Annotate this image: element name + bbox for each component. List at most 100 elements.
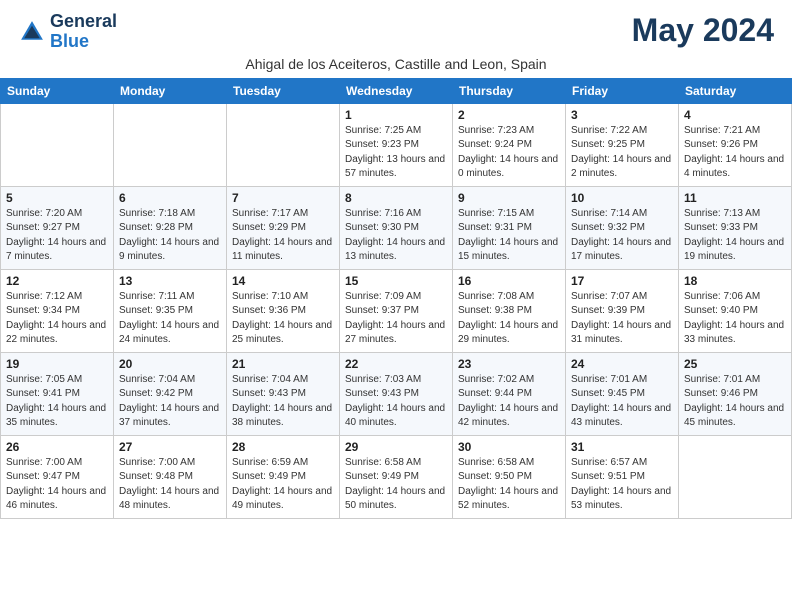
day-number: 2 <box>458 108 560 122</box>
calendar-cell: 7 Sunrise: 7:17 AMSunset: 9:29 PMDaylight… <box>227 186 340 269</box>
day-info: Sunrise: 7:25 AMSunset: 9:23 PMDaylight:… <box>345 124 447 182</box>
day-number: 21 <box>232 357 334 371</box>
logo: General Blue <box>18 12 117 52</box>
day-info: Sunrise: 6:57 AMSunset: 9:51 PMDaylight:… <box>571 456 673 514</box>
day-info: Sunrise: 7:20 AMSunset: 9:27 PMDaylight:… <box>6 207 108 265</box>
day-info: Sunrise: 7:07 AMSunset: 9:39 PMDaylight:… <box>571 290 673 348</box>
day-number: 4 <box>684 108 786 122</box>
day-info: Sunrise: 7:02 AMSunset: 9:44 PMDaylight:… <box>458 373 560 431</box>
day-info: Sunrise: 7:18 AMSunset: 9:28 PMDaylight:… <box>119 207 221 265</box>
calendar-cell: 31 Sunrise: 6:57 AMSunset: 9:51 PMDayligh… <box>566 435 679 518</box>
calendar-cell: 30 Sunrise: 6:58 AMSunset: 9:50 PMDayligh… <box>453 435 566 518</box>
calendar-cell: 13 Sunrise: 7:11 AMSunset: 9:35 PMDayligh… <box>114 269 227 352</box>
day-info: Sunrise: 7:23 AMSunset: 9:24 PMDaylight:… <box>458 124 560 182</box>
day-info: Sunrise: 6:58 AMSunset: 9:49 PMDaylight:… <box>345 456 447 514</box>
calendar-cell <box>114 103 227 186</box>
calendar-cell: 3 Sunrise: 7:22 AMSunset: 9:25 PMDaylight… <box>566 103 679 186</box>
calendar-cell: 20 Sunrise: 7:04 AMSunset: 9:42 PMDayligh… <box>114 352 227 435</box>
calendar-cell <box>1 103 114 186</box>
day-number: 7 <box>232 191 334 205</box>
calendar-cell <box>679 435 792 518</box>
day-number: 28 <box>232 440 334 454</box>
day-number: 31 <box>571 440 673 454</box>
day-info: Sunrise: 7:03 AMSunset: 9:43 PMDaylight:… <box>345 373 447 431</box>
calendar-cell: 4 Sunrise: 7:21 AMSunset: 9:26 PMDaylight… <box>679 103 792 186</box>
day-number: 16 <box>458 274 560 288</box>
day-info: Sunrise: 7:12 AMSunset: 9:34 PMDaylight:… <box>6 290 108 348</box>
day-of-week-header: Tuesday <box>227 78 340 103</box>
day-info: Sunrise: 7:04 AMSunset: 9:42 PMDaylight:… <box>119 373 221 431</box>
calendar-cell: 26 Sunrise: 7:00 AMSunset: 9:47 PMDayligh… <box>1 435 114 518</box>
calendar-table: SundayMondayTuesdayWednesdayThursdayFrid… <box>0 78 792 519</box>
month-title: May 2024 <box>632 12 774 49</box>
calendar-cell: 1Sunrise: 7:25 AMSunset: 9:23 PMDaylight… <box>340 103 453 186</box>
day-of-week-header: Saturday <box>679 78 792 103</box>
day-number: 18 <box>684 274 786 288</box>
day-of-week-header: Sunday <box>1 78 114 103</box>
day-info: Sunrise: 7:00 AMSunset: 9:48 PMDaylight:… <box>119 456 221 514</box>
calendar-cell: 8 Sunrise: 7:16 AMSunset: 9:30 PMDaylight… <box>340 186 453 269</box>
calendar-cell: 11 Sunrise: 7:13 AMSunset: 9:33 PMDayligh… <box>679 186 792 269</box>
calendar-cell: 28 Sunrise: 6:59 AMSunset: 9:49 PMDayligh… <box>227 435 340 518</box>
day-number: 11 <box>684 191 786 205</box>
day-number: 24 <box>571 357 673 371</box>
day-info: Sunrise: 7:14 AMSunset: 9:32 PMDaylight:… <box>571 207 673 265</box>
day-number: 10 <box>571 191 673 205</box>
day-of-week-header: Thursday <box>453 78 566 103</box>
day-info: Sunrise: 7:04 AMSunset: 9:43 PMDaylight:… <box>232 373 334 431</box>
calendar-cell: 16Sunrise: 7:08 AMSunset: 9:38 PMDayligh… <box>453 269 566 352</box>
calendar-cell: 24 Sunrise: 7:01 AMSunset: 9:45 PMDayligh… <box>566 352 679 435</box>
day-info: Sunrise: 6:59 AMSunset: 9:49 PMDaylight:… <box>232 456 334 514</box>
calendar-cell: 19 Sunrise: 7:05 AMSunset: 9:41 PMDayligh… <box>1 352 114 435</box>
day-info: Sunrise: 7:06 AMSunset: 9:40 PMDaylight:… <box>684 290 786 348</box>
calendar-cell: 27 Sunrise: 7:00 AMSunset: 9:48 PMDayligh… <box>114 435 227 518</box>
day-number: 5 <box>6 191 108 205</box>
day-number: 25 <box>684 357 786 371</box>
day-info: Sunrise: 7:13 AMSunset: 9:33 PMDaylight:… <box>684 207 786 265</box>
day-number: 8 <box>345 191 447 205</box>
day-info: Sunrise: 7:00 AMSunset: 9:47 PMDaylight:… <box>6 456 108 514</box>
day-of-week-header: Wednesday <box>340 78 453 103</box>
day-info: Sunrise: 7:01 AMSunset: 9:46 PMDaylight:… <box>684 373 786 431</box>
day-number: 29 <box>345 440 447 454</box>
logo-text: General Blue <box>50 12 117 52</box>
day-info: Sunrise: 7:01 AMSunset: 9:45 PMDaylight:… <box>571 373 673 431</box>
calendar-cell: 6 Sunrise: 7:18 AMSunset: 9:28 PMDaylight… <box>114 186 227 269</box>
day-number: 20 <box>119 357 221 371</box>
day-number: 22 <box>345 357 447 371</box>
day-of-week-header: Monday <box>114 78 227 103</box>
day-number: 27 <box>119 440 221 454</box>
calendar-cell: 14 Sunrise: 7:10 AMSunset: 9:36 PMDayligh… <box>227 269 340 352</box>
day-info: Sunrise: 7:16 AMSunset: 9:30 PMDaylight:… <box>345 207 447 265</box>
page-header: General Blue May 2024 <box>0 0 792 56</box>
day-number: 23 <box>458 357 560 371</box>
day-number: 13 <box>119 274 221 288</box>
calendar-cell: 22 Sunrise: 7:03 AMSunset: 9:43 PMDayligh… <box>340 352 453 435</box>
calendar-cell: 21 Sunrise: 7:04 AMSunset: 9:43 PMDayligh… <box>227 352 340 435</box>
calendar-cell: 2 Sunrise: 7:23 AMSunset: 9:24 PMDaylight… <box>453 103 566 186</box>
day-number: 15 <box>345 274 447 288</box>
calendar-cell: 12Sunrise: 7:12 AMSunset: 9:34 PMDayligh… <box>1 269 114 352</box>
calendar-cell: 5 Sunrise: 7:20 AMSunset: 9:27 PMDaylight… <box>1 186 114 269</box>
day-info: Sunrise: 7:10 AMSunset: 9:36 PMDaylight:… <box>232 290 334 348</box>
day-number: 6 <box>119 191 221 205</box>
day-info: Sunrise: 7:09 AMSunset: 9:37 PMDaylight:… <box>345 290 447 348</box>
day-number: 9 <box>458 191 560 205</box>
day-number: 19 <box>6 357 108 371</box>
day-number: 26 <box>6 440 108 454</box>
day-number: 30 <box>458 440 560 454</box>
day-info: Sunrise: 7:22 AMSunset: 9:25 PMDaylight:… <box>571 124 673 182</box>
day-of-week-header: Friday <box>566 78 679 103</box>
day-info: Sunrise: 7:21 AMSunset: 9:26 PMDaylight:… <box>684 124 786 182</box>
day-number: 17 <box>571 274 673 288</box>
day-info: Sunrise: 7:17 AMSunset: 9:29 PMDaylight:… <box>232 207 334 265</box>
day-number: 14 <box>232 274 334 288</box>
day-number: 3 <box>571 108 673 122</box>
calendar-cell: 15 Sunrise: 7:09 AMSunset: 9:37 PMDayligh… <box>340 269 453 352</box>
calendar-cell: 17 Sunrise: 7:07 AMSunset: 9:39 PMDayligh… <box>566 269 679 352</box>
calendar-cell: 25 Sunrise: 7:01 AMSunset: 9:46 PMDayligh… <box>679 352 792 435</box>
day-info: Sunrise: 7:05 AMSunset: 9:41 PMDaylight:… <box>6 373 108 431</box>
calendar-cell: 10 Sunrise: 7:14 AMSunset: 9:32 PMDayligh… <box>566 186 679 269</box>
day-info: Sunrise: 7:11 AMSunset: 9:35 PMDaylight:… <box>119 290 221 348</box>
day-info: Sunrise: 6:58 AMSunset: 9:50 PMDaylight:… <box>458 456 560 514</box>
